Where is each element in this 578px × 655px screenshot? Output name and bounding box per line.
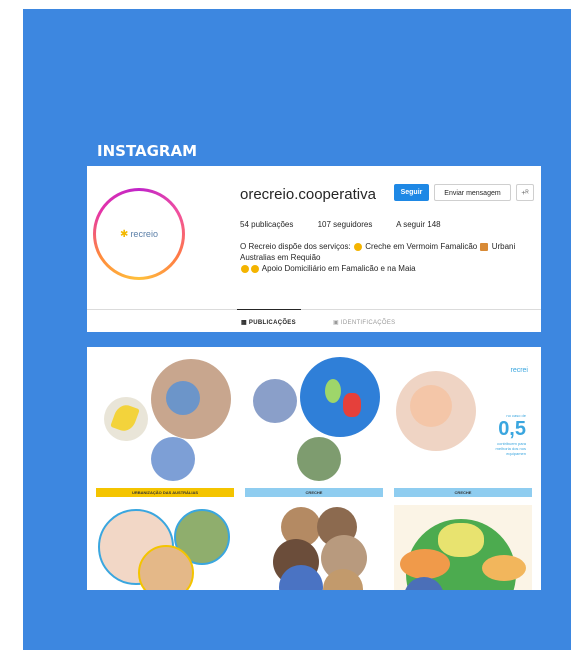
tab-posts[interactable]: ▦ PUBLICAÇÕES (241, 319, 296, 326)
bio-line-2: Australias em Requião (240, 253, 321, 262)
post-thumbnail[interactable]: CRECHE (245, 357, 383, 497)
profile-avatar[interactable]: ✱ recreio (93, 188, 185, 280)
posts-grid: URBANIZAÇÃO DAS AUSTRÁLIAS CRECHE recrei… (87, 347, 541, 590)
send-message-button[interactable]: Enviar mensagem (434, 184, 511, 201)
elderly-emoji-icon (241, 264, 249, 273)
posts-count: 54 publicações (240, 220, 294, 229)
craft-balloon (325, 379, 341, 403)
avatar-logo: ✱ recreio (96, 191, 182, 277)
post-thumbnail[interactable] (96, 505, 234, 590)
post-caption-bar: CRECHE (394, 488, 532, 497)
tabs-divider (87, 309, 541, 310)
post-thumbnail[interactable]: URBANIZAÇÃO DAS AUSTRÁLIAS (96, 357, 234, 497)
bio-line-1: O Recreio dispõe dos serviços: Creche em… (240, 242, 516, 251)
follow-button[interactable]: Seguir (394, 184, 429, 201)
logo-text: recreio (130, 229, 158, 239)
post-thumbnail[interactable] (394, 505, 532, 590)
followers-count[interactable]: 107 seguidores (318, 220, 373, 229)
photo-detail (166, 381, 200, 415)
profile-stats: 54 publicações 107 seguidores A seguir 1… (240, 220, 463, 229)
tab-tagged[interactable]: ▣ IDENTIFICAÇÕES (333, 319, 395, 326)
profile-username: orecreio.cooperativa (240, 186, 376, 203)
butterfly-craft (438, 523, 484, 557)
post-thumbnail[interactable] (245, 505, 383, 590)
photo-circle (151, 437, 195, 481)
photo-circle (253, 379, 297, 423)
ad-text: no caso de 0,5 contribuem para melhoria … (495, 413, 526, 456)
craft-figure (343, 393, 361, 417)
painted-leaves (482, 555, 526, 581)
ad-brand: recrei (510, 367, 528, 374)
photo-circle (297, 437, 341, 481)
smile-emoji-icon (353, 242, 362, 251)
photo-circle (300, 357, 380, 437)
active-tab-indicator (237, 309, 301, 310)
baby-face (410, 385, 452, 427)
post-thumbnail[interactable]: recrei no caso de 0,5 contribuem para me… (394, 357, 532, 497)
bio-line-3: Apoio Domiciliário em Famalicão e na Mai… (240, 263, 540, 274)
elderly-emoji-icon-2 (251, 264, 259, 273)
profile-bio: O Recreio dispõe dos serviços: Creche em… (240, 241, 540, 274)
star-icon: ✱ (120, 228, 129, 240)
following-count[interactable]: A seguir 148 (396, 220, 440, 229)
section-title: INSTAGRAM (97, 142, 198, 160)
recreio-logo: ✱ recreio (120, 229, 158, 240)
instagram-profile-header: ✱ recreio orecreio.cooperativa Seguir En… (87, 166, 541, 332)
painted-leaves (400, 549, 450, 579)
house-emoji-icon (480, 242, 489, 251)
suggested-accounts-button[interactable]: +ᴿ (516, 184, 534, 201)
post-caption-bar: URBANIZAÇÃO DAS AUSTRÁLIAS (96, 488, 234, 497)
post-caption-bar: CRECHE (245, 488, 383, 497)
